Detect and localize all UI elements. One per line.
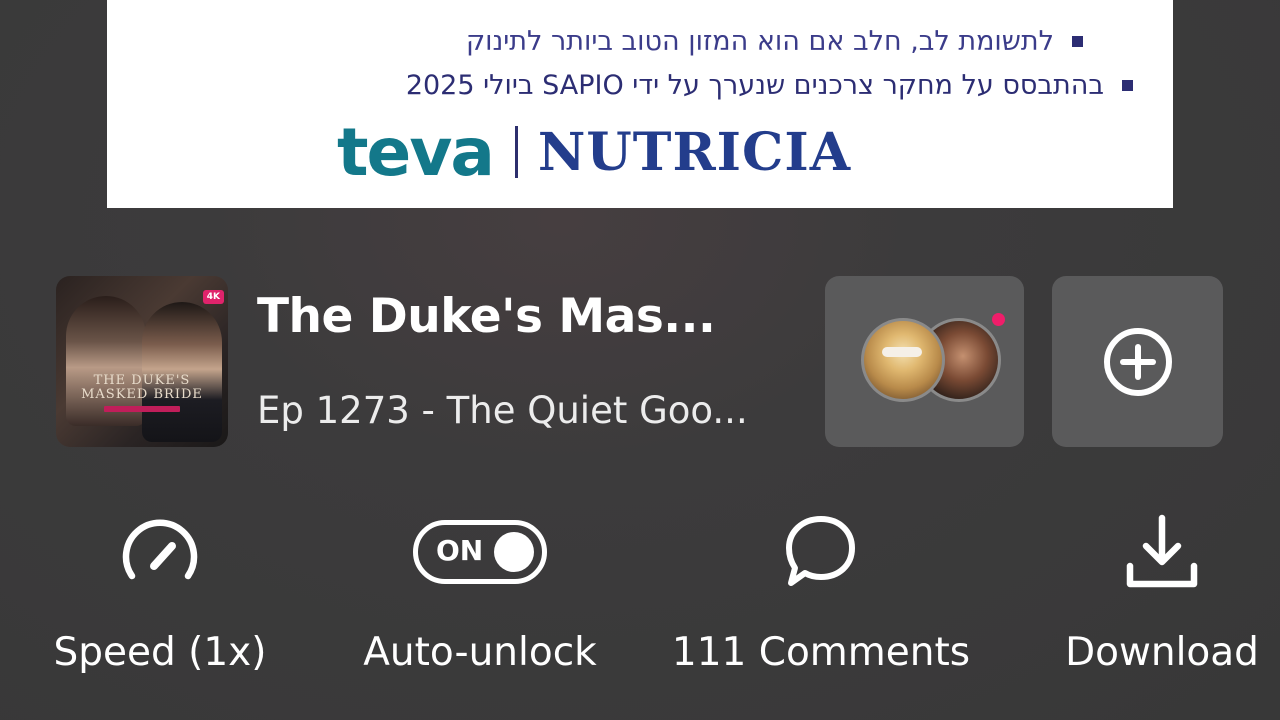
nutricia-logo: NUTRICIA: [537, 121, 852, 183]
episode-title[interactable]: Ep 1273 - The Quiet Goo...: [257, 389, 748, 432]
avatar: [861, 318, 945, 402]
notification-dot: [992, 313, 1005, 326]
speed-label: Speed (1x): [53, 630, 267, 675]
bullet-icon: [1072, 36, 1083, 47]
toggle-on-icon: ON: [413, 520, 547, 584]
mask-detail: [882, 347, 922, 357]
cover-figure-man: [142, 302, 222, 442]
ad-disclaimer-line: לתשומת לב, חלב אם הוא המזון הטוב ביותר ל…: [466, 26, 1083, 57]
logo-divider: [514, 126, 518, 178]
cover-title: THE DUKE'S MASKED BRIDE: [56, 374, 228, 402]
chat-bubble-icon: [786, 516, 855, 586]
download-label: Download: [1065, 630, 1259, 675]
bullet-icon: [1122, 80, 1133, 91]
comments-label: 111 Comments: [671, 630, 971, 675]
cover-title-line-2: MASKED BRIDE: [81, 387, 203, 402]
auto-unlock-label: Auto-unlock: [363, 630, 597, 675]
ad-banner[interactable]: לתשומת לב, חלב אם הוא המזון הטוב ביותר ל…: [107, 0, 1173, 208]
series-cover-thumbnail[interactable]: 4K THE DUKE'S MASKED BRIDE: [56, 276, 228, 447]
ad-source-line: בהתבסס על מחקר צרכנים שנערך על ידי SAPIO…: [406, 70, 1133, 101]
ad-line-2-text: בהתבסס על מחקר צרכנים שנערך על ידי SAPIO…: [405, 70, 1104, 101]
speed-button[interactable]: Speed (1x): [40, 510, 280, 690]
ad-logos: teva NUTRICIA: [337, 112, 851, 192]
toggle-knob: [494, 532, 534, 572]
speedometer-icon: [122, 519, 198, 580]
add-to-list-button[interactable]: [1052, 276, 1223, 447]
comments-button[interactable]: 111 Comments: [662, 510, 980, 690]
download-button[interactable]: Download: [1050, 510, 1274, 690]
cover-badge: 4K: [202, 290, 224, 304]
teva-logo: teva: [337, 113, 495, 191]
show-title[interactable]: The Duke's Mas...: [257, 289, 716, 344]
plus-circle-icon: [1104, 328, 1172, 396]
auto-unlock-toggle[interactable]: ON Auto-unlock: [350, 510, 610, 690]
cast-avatars-button[interactable]: [825, 276, 1024, 447]
cover-strip: [104, 406, 180, 412]
download-icon: [1126, 514, 1198, 588]
toggle-state-text: ON: [436, 534, 484, 567]
player-screen: לתשומת לב, חלב אם הוא המזון הטוב ביותר ל…: [0, 0, 1280, 720]
cover-title-line-1: THE DUKE'S: [93, 373, 191, 388]
ad-line-1-text: לתשומת לב, חלב אם הוא המזון הטוב ביותר ל…: [465, 26, 1054, 57]
